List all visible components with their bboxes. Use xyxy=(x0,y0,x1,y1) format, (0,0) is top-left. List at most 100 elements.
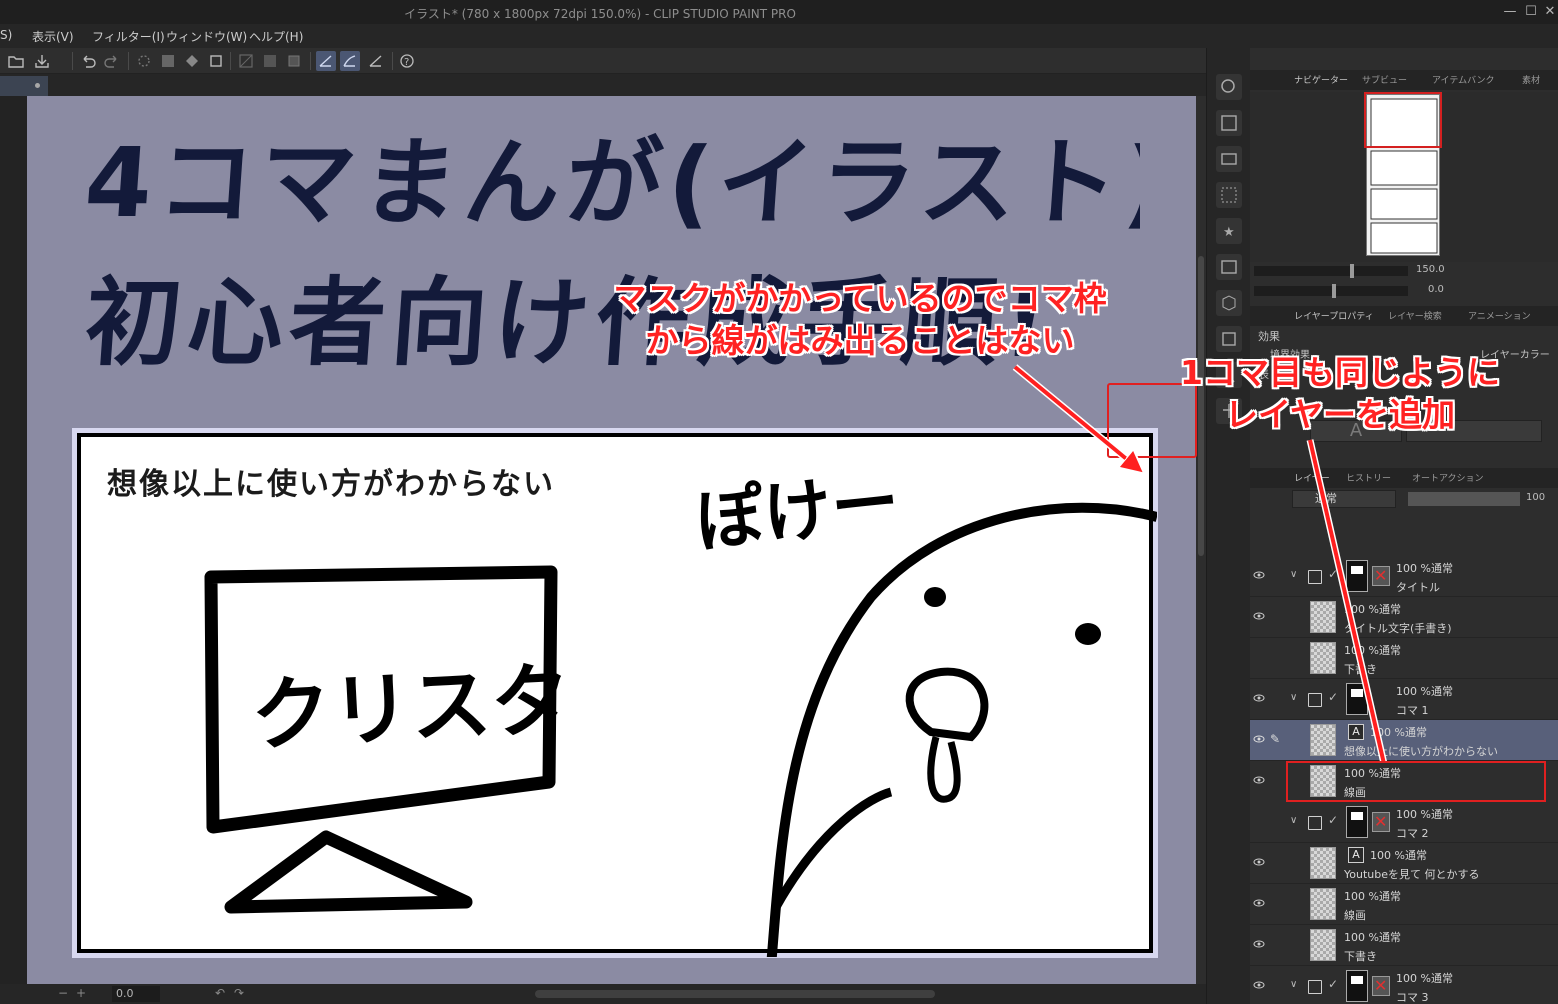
sub-tool-icon[interactable] xyxy=(1216,146,1242,172)
vertical-scrollbar[interactable] xyxy=(1196,96,1206,984)
transform-icon[interactable] xyxy=(182,51,202,71)
text-layer-icon: A xyxy=(1348,724,1364,740)
3d-icon[interactable] xyxy=(1216,290,1242,316)
close-button[interactable]: ✕ xyxy=(1540,3,1558,21)
tab-auto-action[interactable]: オートアクション xyxy=(1412,471,1484,484)
canvas-tab[interactable] xyxy=(0,76,48,96)
panel-drawing: クリスタ ぽけー xyxy=(204,463,1157,957)
layer-name: 下書き xyxy=(1344,663,1377,676)
eye-icon[interactable] xyxy=(1253,938,1265,950)
layer-name: Youtubeを見て 何とかする xyxy=(1344,868,1480,881)
layer-row[interactable]: ∨ ✓ 100 %通常 コマ 2 xyxy=(1250,802,1558,843)
blend-mode-select[interactable]: 通常 xyxy=(1292,490,1396,508)
fill-icon[interactable] xyxy=(158,51,178,71)
open-icon[interactable] xyxy=(6,51,26,71)
save-icon[interactable] xyxy=(32,51,52,71)
layer-thumbnail xyxy=(1346,683,1368,715)
layer-row[interactable]: 100 %通常 線画 xyxy=(1250,884,1558,925)
layer-row[interactable]: 100 %通常 下書き xyxy=(1250,925,1558,966)
tab-history[interactable]: ヒストリー xyxy=(1346,471,1391,484)
mask-icon xyxy=(1372,566,1390,586)
tab-layer-property[interactable]: レイヤープロパティ xyxy=(1294,309,1374,322)
minimize-button[interactable]: — xyxy=(1500,3,1520,21)
layer-mode: 100 %通常 xyxy=(1370,726,1427,739)
eye-icon[interactable] xyxy=(1253,897,1265,909)
favorite-icon[interactable]: ★ xyxy=(1216,218,1242,244)
eye-icon[interactable] xyxy=(1253,569,1265,581)
tab-subview[interactable]: サブビュー xyxy=(1362,73,1407,86)
frame-icon[interactable] xyxy=(1216,326,1242,352)
snap-grid-icon[interactable] xyxy=(366,51,386,71)
character-eye-right xyxy=(1075,623,1101,645)
eye-icon[interactable] xyxy=(1253,774,1265,786)
eye-icon[interactable] xyxy=(1253,856,1265,868)
rotation-field[interactable]: 0.0 xyxy=(112,986,160,1002)
tab-navigator[interactable]: ナビゲーター xyxy=(1294,73,1348,86)
horizontal-scrollbar[interactable] xyxy=(535,990,935,998)
tab-layer-search[interactable]: レイヤー検索 xyxy=(1388,309,1442,322)
layer-row[interactable]: A 100 %通常 Youtubeを見て 何とかする xyxy=(1250,843,1558,884)
tab-item-bank[interactable]: アイテムバンク xyxy=(1432,73,1495,86)
invert-selection-icon[interactable] xyxy=(260,51,280,71)
help-icon[interactable]: ? xyxy=(397,51,417,71)
zoom-in-button[interactable]: + xyxy=(76,986,86,1000)
layer-row[interactable]: ∨ ✓ 100 %通常 タイトル xyxy=(1250,556,1558,597)
rotate-left-icon[interactable]: ↶ xyxy=(215,986,225,1000)
annotation-line: レイヤーを追加 xyxy=(1224,395,1455,434)
layer-name: コマ 2 xyxy=(1396,827,1429,840)
material-icon[interactable] xyxy=(1216,110,1242,136)
chevron-down-icon[interactable]: ∨ xyxy=(1290,692,1297,703)
selection-clear-icon[interactable] xyxy=(236,51,256,71)
eye-icon[interactable] xyxy=(1253,979,1265,991)
redo-icon[interactable] xyxy=(102,51,122,71)
layer-row-selected[interactable]: ✎ A 100 %通常 想像以上に使い方がわからない xyxy=(1250,720,1558,761)
layer-row[interactable]: 100 %通常 下書き xyxy=(1250,638,1558,679)
pattern-icon[interactable] xyxy=(1216,182,1242,208)
menu-item-edit[interactable]: S) xyxy=(0,28,12,42)
zoom-out-button[interactable]: − xyxy=(58,986,68,1000)
layer-row[interactable]: 100 %通常 タイトル文字(手書き) xyxy=(1250,597,1558,638)
navigator-icon[interactable] xyxy=(1216,74,1242,100)
menu-item-filter[interactable]: フィルター(I) xyxy=(92,28,165,45)
rotate-slider[interactable] xyxy=(1254,284,1408,298)
title-handwriting: 4コマまんが(イラスト) 初心者向け作成手順! xyxy=(81,127,1140,379)
menu-item-view[interactable]: 表示(V) xyxy=(32,28,74,45)
check-icon[interactable]: ✓ xyxy=(1328,690,1338,704)
canvas-left-strip xyxy=(0,96,27,984)
rotate-right-icon[interactable]: ↷ xyxy=(234,986,244,1000)
show-selection-icon[interactable] xyxy=(284,51,304,71)
zoom-slider[interactable] xyxy=(1254,264,1408,278)
zoom-value: 150.0 xyxy=(1416,264,1445,275)
opacity-slider[interactable] xyxy=(1408,492,1520,506)
tab-layer[interactable]: レイヤー xyxy=(1294,471,1330,484)
crop-icon[interactable] xyxy=(206,51,226,71)
rotate-slider-knob[interactable] xyxy=(1332,284,1336,298)
undo-icon[interactable] xyxy=(78,51,98,71)
check-icon[interactable]: ✓ xyxy=(1328,567,1338,581)
snap-ruler-icon[interactable] xyxy=(316,51,336,71)
eye-icon[interactable] xyxy=(1253,733,1265,745)
effect-label: 効果 xyxy=(1258,330,1280,343)
image-icon[interactable] xyxy=(1216,254,1242,280)
check-icon[interactable]: ✓ xyxy=(1328,813,1338,827)
menu-item-help[interactable]: ヘルプ(H) xyxy=(249,28,303,45)
eye-icon[interactable] xyxy=(1253,692,1265,704)
menu-item-window[interactable]: ウィンドウ(W) xyxy=(166,28,247,45)
maximize-button[interactable]: ☐ xyxy=(1521,3,1541,21)
chevron-down-icon[interactable]: ∨ xyxy=(1290,979,1297,990)
check-icon[interactable]: ✓ xyxy=(1328,977,1338,991)
eye-icon[interactable] xyxy=(1253,610,1265,622)
zoom-slider-knob[interactable] xyxy=(1350,264,1354,278)
layer-row-highlighted[interactable]: 100 %通常 線画 xyxy=(1286,761,1546,802)
navigator-panel[interactable] xyxy=(1250,92,1558,262)
chevron-down-icon[interactable]: ∨ xyxy=(1290,569,1297,580)
chevron-down-icon[interactable]: ∨ xyxy=(1290,815,1297,826)
snap-special-ruler-icon[interactable] xyxy=(340,51,360,71)
layer-row[interactable]: ∨ ✓ 100 %通常 コマ 3 xyxy=(1250,966,1558,1004)
layer-thumbnail xyxy=(1346,806,1368,838)
layer-row[interactable]: ∨ ✓ 100 %通常 コマ 1 xyxy=(1250,679,1558,720)
canvas-area[interactable]: 4コマまんが(イラスト) 初心者向け作成手順! クリスタ ぽけー 想像以上に使い… xyxy=(0,96,1206,984)
tab-animation[interactable]: アニメーション xyxy=(1468,309,1531,322)
tab-material[interactable]: 素材 xyxy=(1522,73,1540,86)
clear-icon[interactable] xyxy=(134,51,154,71)
